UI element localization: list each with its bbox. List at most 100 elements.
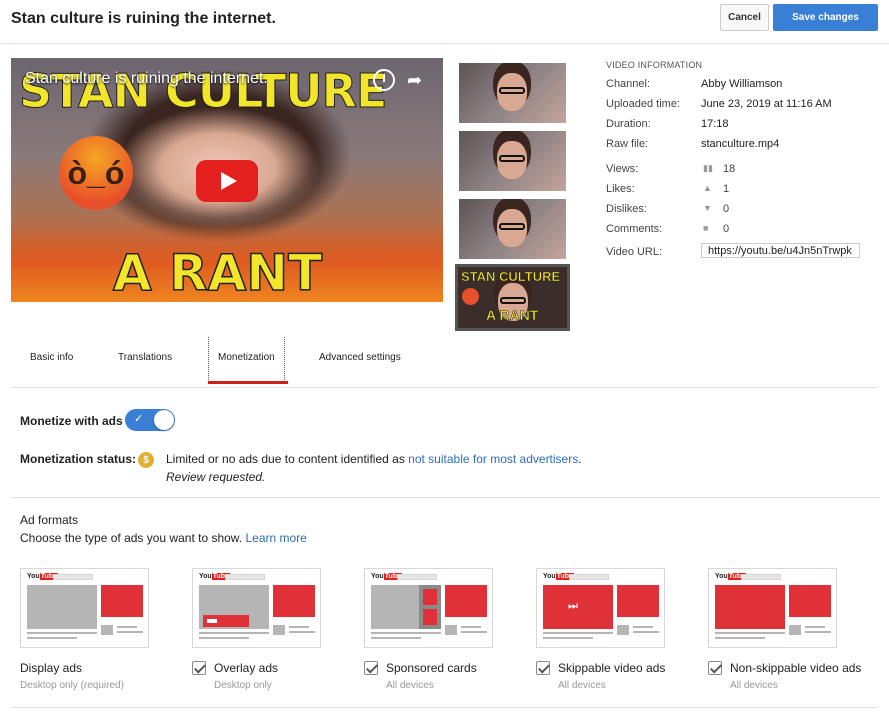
- video-url-label: Video URL:: [606, 246, 663, 258]
- card-mock: [423, 589, 437, 605]
- info-row-comments: Comments: ■ 0: [606, 223, 866, 237]
- tab-bar: Basic info Translations Monetization Adv…: [11, 337, 878, 388]
- thumbnail-option-1[interactable]: [459, 63, 566, 123]
- monetize-with-ads-label: Monetize with ads: [20, 414, 123, 428]
- info-row-dislikes: Dislikes: ▼ 0: [606, 203, 866, 217]
- views-value: 18: [723, 163, 736, 175]
- text-line-mock: [805, 626, 825, 628]
- channel-value: Abby Williamson: [701, 78, 783, 90]
- angry-face-icon: [462, 288, 479, 305]
- search-bar-mock: [53, 574, 93, 580]
- overlay-ads-label[interactable]: Overlay ads: [214, 661, 278, 675]
- comments-value: 0: [723, 223, 730, 235]
- non-skippable-video-ads-preview: YouTube: [708, 568, 837, 648]
- thumbs-up-icon: ▲: [703, 183, 712, 193]
- thumbnail-glasses: [499, 223, 525, 230]
- save-changes-button[interactable]: Save changes: [773, 4, 878, 31]
- ad-formats-desc-text: Choose the type of ads you want to show.: [20, 531, 246, 545]
- info-row-likes: Likes: ▲ 1: [606, 183, 866, 197]
- skip-forward-icon: ⏭: [568, 600, 578, 612]
- text-line-mock: [27, 637, 77, 639]
- text-line-mock: [633, 626, 653, 628]
- text-line-mock: [117, 631, 143, 633]
- selected-thumbnail-headline: STAN CULTURE: [461, 269, 561, 285]
- likes-value: 1: [723, 183, 730, 195]
- video-info-heading: VIDEO INFORMATION: [606, 60, 703, 70]
- duration-value: 17:18: [701, 118, 729, 130]
- sponsored-cards-checkbox[interactable]: [364, 661, 378, 675]
- text-line-mock: [715, 637, 765, 639]
- text-line-mock: [289, 631, 315, 633]
- text-line-mock: [371, 632, 441, 634]
- thumbnail-option-3[interactable]: [459, 199, 566, 259]
- non-skippable-video-ads-label[interactable]: Non-skippable video ads: [730, 661, 861, 675]
- skippable-video-ads-sublabel: All devices: [558, 680, 606, 691]
- skippable-video-ads-checkbox[interactable]: [536, 661, 550, 675]
- player-title[interactable]: Stan culture is ruining the internet.: [25, 70, 268, 88]
- skippable-video-ads-label[interactable]: Skippable video ads: [558, 661, 665, 675]
- uploaded-label: Uploaded time:: [606, 98, 680, 110]
- youtube-logo-you: You: [715, 573, 728, 580]
- tab-basic-info[interactable]: Basic info: [30, 352, 73, 388]
- text-line-mock: [633, 631, 659, 633]
- watch-later-icon[interactable]: [373, 69, 395, 91]
- tab-advanced-settings[interactable]: Advanced settings: [319, 352, 401, 388]
- views-label: Views:: [606, 163, 639, 175]
- angry-face-icon: ò_ó: [59, 136, 133, 210]
- search-bar-mock: [225, 574, 265, 580]
- tab-monetization[interactable]: Monetization: [208, 337, 285, 384]
- bar-chart-icon: ▮▮: [703, 163, 713, 173]
- dollar-icon: $: [138, 452, 154, 468]
- youtube-logo-you: You: [543, 573, 556, 580]
- monetization-status-label: Monetization status:: [20, 452, 136, 466]
- thumbnail-subline: A RANT: [112, 243, 323, 302]
- thumbs-down-icon: ▼: [703, 203, 712, 213]
- sponsored-cards-label[interactable]: Sponsored cards: [386, 661, 477, 675]
- thumbnail-option-2[interactable]: [459, 131, 566, 191]
- display-ad-mock: [789, 585, 831, 617]
- search-bar-mock: [569, 574, 609, 580]
- info-row-channel: Channel: Abby Williamson: [606, 78, 866, 92]
- non-skippable-video-ads-checkbox[interactable]: [708, 661, 722, 675]
- text-line-mock: [805, 631, 831, 633]
- cancel-button[interactable]: Cancel: [720, 4, 769, 31]
- check-icon: ✓: [134, 413, 144, 425]
- learn-more-link[interactable]: Learn more: [245, 531, 306, 545]
- tab-translations[interactable]: Translations: [118, 352, 172, 388]
- text-line-mock: [199, 632, 269, 634]
- active-tab-indicator: [208, 381, 288, 384]
- thumbnail-option-custom-selected[interactable]: STAN CULTURE A RANT: [455, 264, 570, 331]
- toggle-knob: [154, 410, 174, 430]
- play-button[interactable]: [196, 160, 258, 202]
- text-line-mock: [27, 632, 97, 634]
- rawfile-label: Raw file:: [606, 138, 649, 150]
- card-mock: [423, 609, 437, 625]
- thumbnail-glasses: [499, 155, 525, 162]
- skippable-video-ads-preview: YouTube ⏭: [536, 568, 665, 648]
- search-bar-mock: [741, 574, 781, 580]
- display-ads-preview: YouTube: [20, 568, 149, 648]
- share-icon[interactable]: ➦: [407, 70, 422, 91]
- text-line-mock: [543, 632, 613, 634]
- thumb-mock: [273, 625, 285, 635]
- monetize-toggle[interactable]: ✓: [125, 409, 175, 431]
- video-url-field[interactable]: [701, 243, 860, 258]
- bottom-divider: [11, 707, 878, 708]
- thumbnail-glasses: [500, 297, 526, 304]
- overlay-ad-content-mock: [207, 619, 217, 623]
- display-ad-mock: [101, 585, 143, 617]
- text-line-mock: [289, 626, 309, 628]
- display-ad-mock: [445, 585, 487, 617]
- text-line-mock: [371, 637, 421, 639]
- rawfile-value: stanculture.mp4: [701, 138, 780, 150]
- status-message: Limited or no ads due to content identif…: [166, 452, 409, 466]
- status-suffix: .: [578, 452, 582, 466]
- page-title: Stan culture is ruining the internet.: [11, 10, 276, 27]
- thumb-mock: [789, 625, 801, 635]
- video-player[interactable]: STAN CULTURE A RANT Stan culture is ruin…: [11, 58, 443, 302]
- ad-formats-title: Ad formats: [20, 513, 79, 527]
- video-ad-mock: [543, 585, 613, 629]
- text-line-mock: [199, 637, 249, 639]
- not-suitable-link[interactable]: not suitable for most advertisers: [408, 452, 578, 466]
- overlay-ads-checkbox[interactable]: [192, 661, 206, 675]
